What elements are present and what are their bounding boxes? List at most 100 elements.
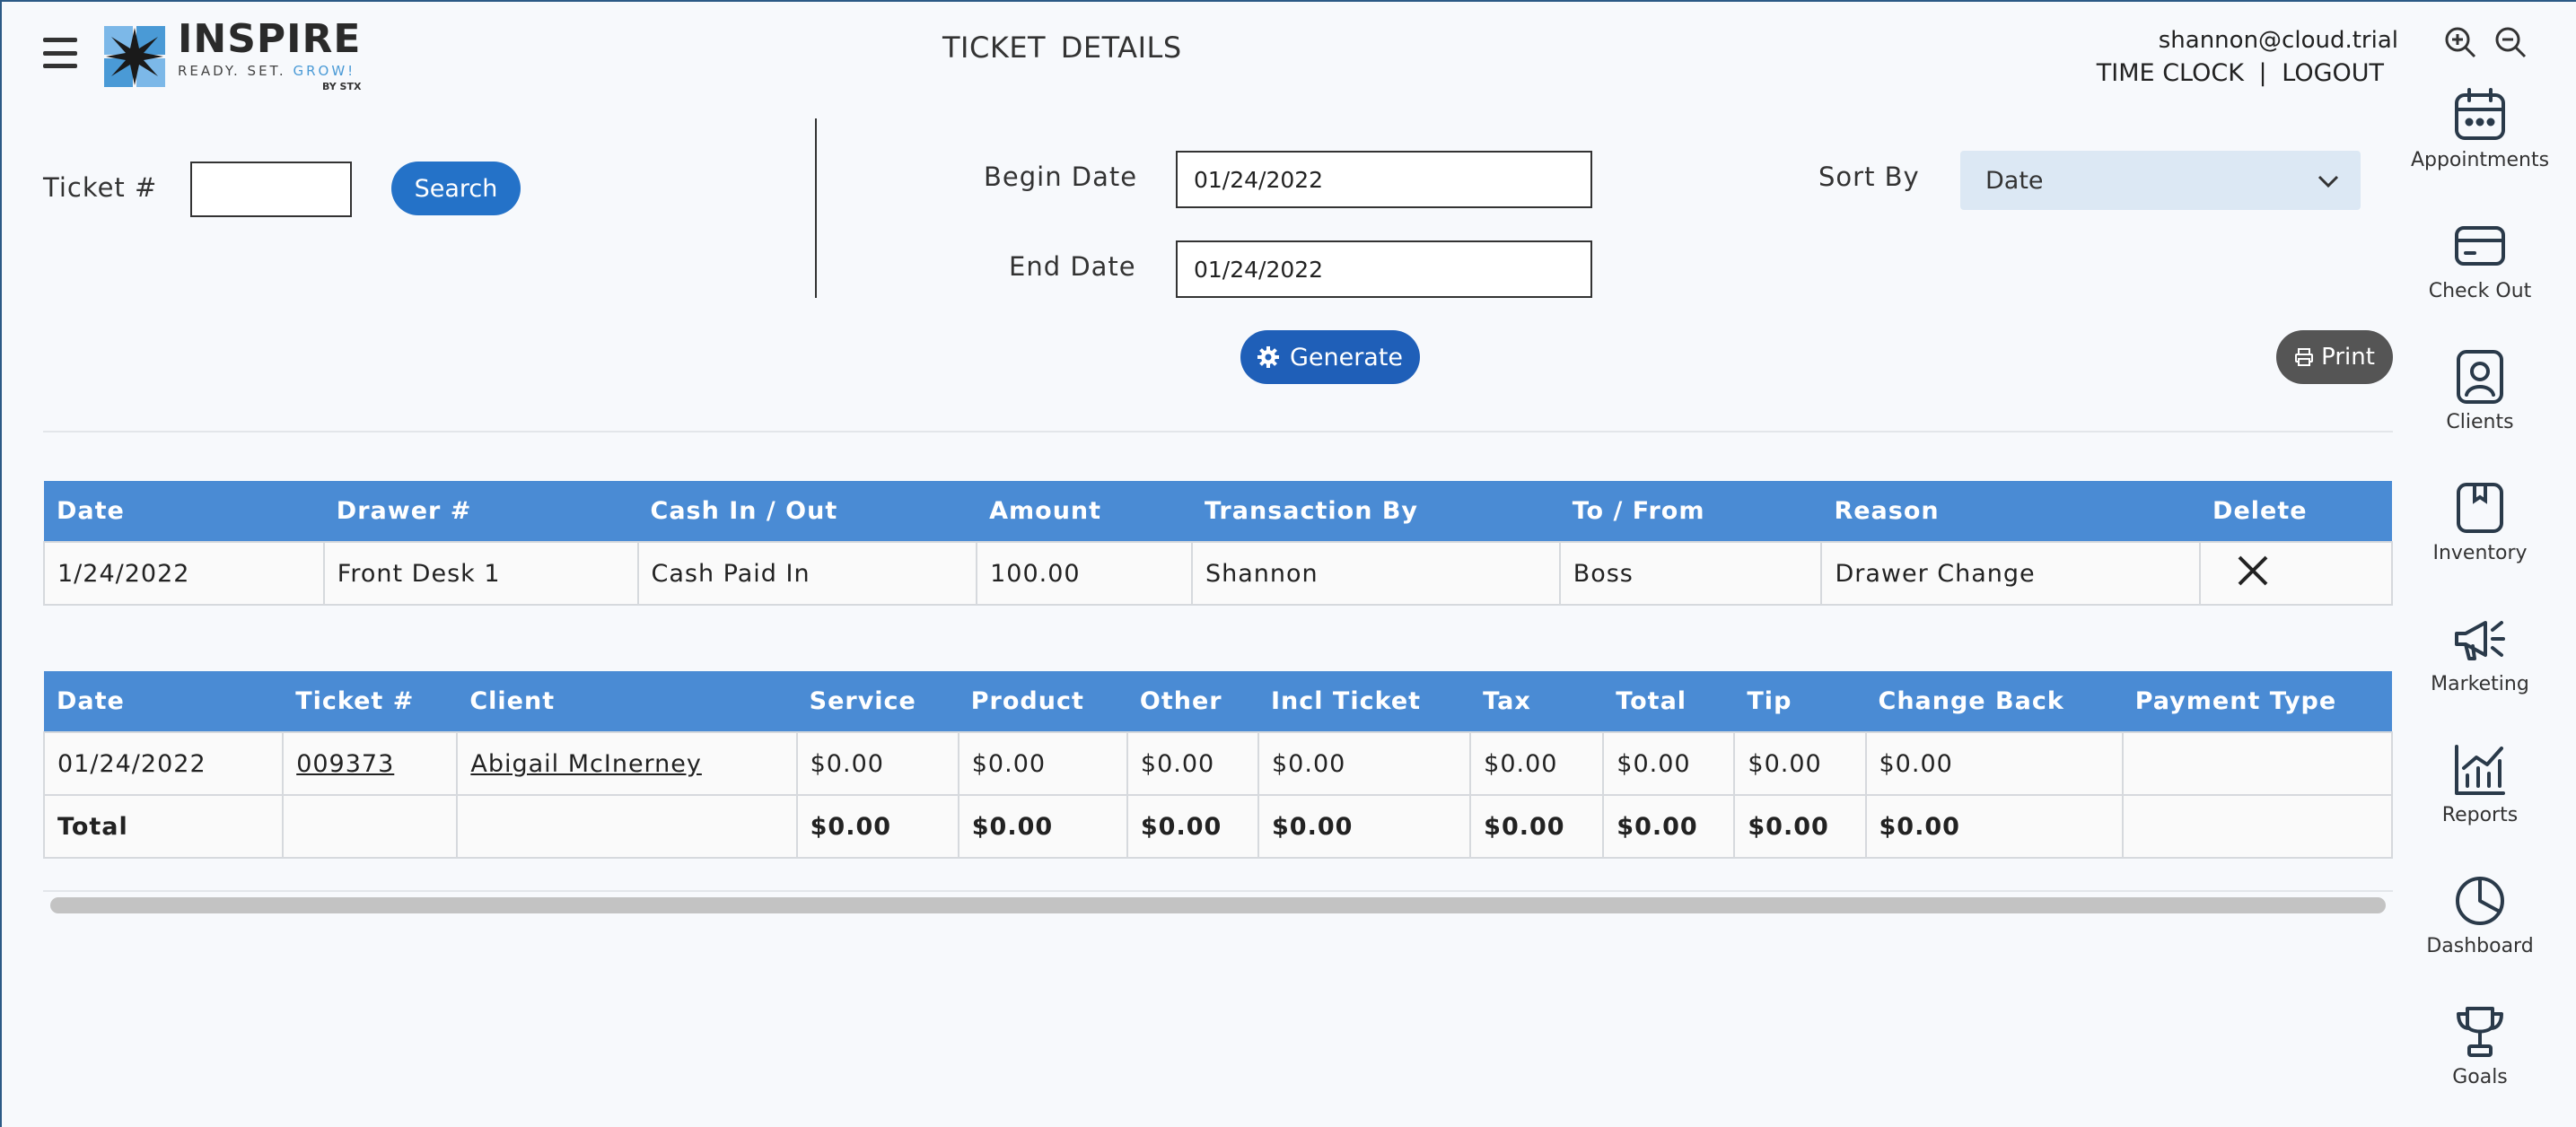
sort-by-label: Sort By: [1818, 162, 1920, 192]
delete-x-icon[interactable]: [2237, 555, 2269, 587]
table-cell: $0.00: [795, 794, 959, 859]
logo-by-stx: BY STX: [321, 81, 362, 92]
table-cell: Drawer Change: [1820, 541, 2202, 606]
credit-card-icon: [2455, 226, 2505, 266]
table-cell: Abigail McInerney: [456, 731, 798, 796]
column-header: Client: [457, 671, 797, 732]
table-cell: 01/24/2022: [42, 731, 285, 796]
chevron-down-icon: [2318, 175, 2339, 188]
column-header: Reason: [1821, 481, 2201, 542]
table-cell: $0.00: [1469, 731, 1605, 796]
table-cell: $0.00: [1864, 794, 2124, 859]
table-cell: $0.00: [1257, 794, 1472, 859]
begin-date-label: Begin Date: [984, 162, 1138, 192]
table-cell: $0.00: [1126, 731, 1260, 796]
table-cell: $0.00: [1257, 731, 1472, 796]
ticket-number-link[interactable]: 009373: [296, 750, 394, 778]
column-header: Service: [796, 671, 959, 732]
column-header: Amount: [977, 481, 1192, 542]
logout-link[interactable]: LOGOUT: [2282, 59, 2384, 87]
end-date-input[interactable]: [1176, 240, 1592, 298]
calendar-icon: [2455, 88, 2505, 140]
column-header: Transaction By: [1191, 481, 1560, 542]
right-sidebar: Appointments Check Out Clients Inventory…: [2407, 86, 2553, 1127]
sidebar-item-clients[interactable]: Clients: [2407, 348, 2553, 479]
logo-tagline: READY. SET. GROW!: [178, 63, 356, 79]
table-cell: $0.00: [1602, 794, 1736, 859]
generate-button[interactable]: Generate: [1240, 330, 1420, 384]
sidebar-item-label: Reports: [2441, 804, 2519, 826]
time-clock-link[interactable]: TIME CLOCK: [2097, 59, 2244, 87]
table-cell: $0.00: [1469, 794, 1605, 859]
user-email: shannon@cloud.trial: [2158, 27, 2398, 54]
section-divider: [43, 431, 2393, 432]
horizontal-scrollbar[interactable]: [50, 897, 2386, 913]
table-cell: $0.00: [1126, 794, 1260, 859]
sidebar-item-label: Check Out: [2428, 280, 2532, 302]
zoom-in-icon[interactable]: [2443, 25, 2477, 59]
column-header: Change Back: [1865, 671, 2123, 732]
search-button[interactable]: Search: [391, 162, 521, 215]
printer-icon: [2295, 348, 2314, 366]
table-cell: [2121, 794, 2394, 859]
table-cell: $0.00: [957, 794, 1128, 859]
column-header: Date: [44, 671, 284, 732]
sidebar-item-label: Inventory: [2432, 542, 2528, 564]
table-cell: $0.00: [1733, 794, 1867, 859]
table-cell: Front Desk 1: [322, 541, 639, 606]
sidebar-item-reports[interactable]: Reports: [2407, 741, 2553, 872]
scroll-divider: [43, 890, 2393, 892]
zoom-out-icon[interactable]: [2493, 25, 2528, 59]
column-header: Ticket #: [283, 671, 458, 732]
table-cell: $0.00: [795, 731, 959, 796]
table-cell: $0.00: [1733, 731, 1867, 796]
column-header: Incl Ticket: [1258, 671, 1471, 732]
column-header: Delete: [2200, 481, 2392, 542]
sidebar-item-marketing[interactable]: Marketing: [2407, 610, 2553, 741]
table-cell: Boss: [1558, 541, 1823, 606]
table-cell: $0.00: [1602, 731, 1736, 796]
column-header: Cash In / Out: [637, 481, 977, 542]
sidebar-item-label: Clients: [2446, 411, 2514, 433]
user-links: TIME CLOCK | LOGOUT: [2097, 59, 2384, 87]
sidebar-item-label: Dashboard: [2426, 935, 2534, 957]
chart-icon: [2455, 745, 2505, 795]
sidebar-item-check-out[interactable]: Check Out: [2407, 217, 2553, 348]
table-row: 1/24/2022 Front Desk 1 Cash Paid In 100.…: [43, 541, 2393, 606]
table-cell: 1/24/2022: [43, 541, 325, 606]
sort-by-select[interactable]: Date: [1960, 151, 2361, 210]
table-row: 01/24/2022 009373 Abigail McInerney $0.0…: [42, 731, 2394, 796]
sidebar-item-appointments[interactable]: Appointments: [2407, 86, 2553, 217]
hamburger-menu-icon[interactable]: [43, 38, 77, 68]
column-header: Date: [44, 481, 324, 542]
logo-wordmark: INSPIRE: [178, 16, 362, 62]
client-badge-icon: [2457, 350, 2503, 404]
link-separator: |: [2258, 59, 2267, 87]
sidebar-item-inventory[interactable]: Inventory: [2407, 479, 2553, 610]
begin-date-input[interactable]: [1176, 151, 1592, 208]
table-cell: [282, 794, 459, 859]
print-button[interactable]: Print: [2276, 330, 2393, 384]
cash-drawer-table: Date Drawer # Cash In / Out Amount Trans…: [43, 481, 2393, 606]
column-header: Tax: [1470, 671, 1604, 732]
client-link[interactable]: Abigail McInerney: [470, 750, 702, 778]
total-row: Total $0.00 $0.00 $0.00 $0.00 $0.00 $0.0…: [42, 794, 2394, 859]
table-cell: $0.00: [1864, 731, 2124, 796]
table-cell: Cash Paid In: [636, 541, 978, 606]
ticket-table: Date Ticket # Client Service Product Oth…: [42, 671, 2394, 859]
column-header: Total: [1603, 671, 1735, 732]
table-cell: $0.00: [957, 731, 1128, 796]
pie-chart-icon: [2456, 877, 2504, 925]
inspire-logo: INSPIRE READY. SET. GROW! BY STX: [102, 20, 361, 92]
ticket-number-input[interactable]: [190, 162, 352, 217]
table-cell: [2121, 731, 2394, 796]
sidebar-item-goals[interactable]: Goals: [2407, 1003, 2553, 1127]
sidebar-item-dashboard[interactable]: Dashboard: [2407, 872, 2553, 1003]
megaphone-icon: [2455, 621, 2505, 660]
generate-label: Generate: [1289, 343, 1404, 371]
delete-cell: [2199, 541, 2393, 606]
table-cell: 100.00: [976, 541, 1193, 606]
end-date-label: End Date: [1009, 251, 1136, 282]
sidebar-item-label: Appointments: [2410, 149, 2550, 171]
filter-divider: [815, 118, 817, 298]
